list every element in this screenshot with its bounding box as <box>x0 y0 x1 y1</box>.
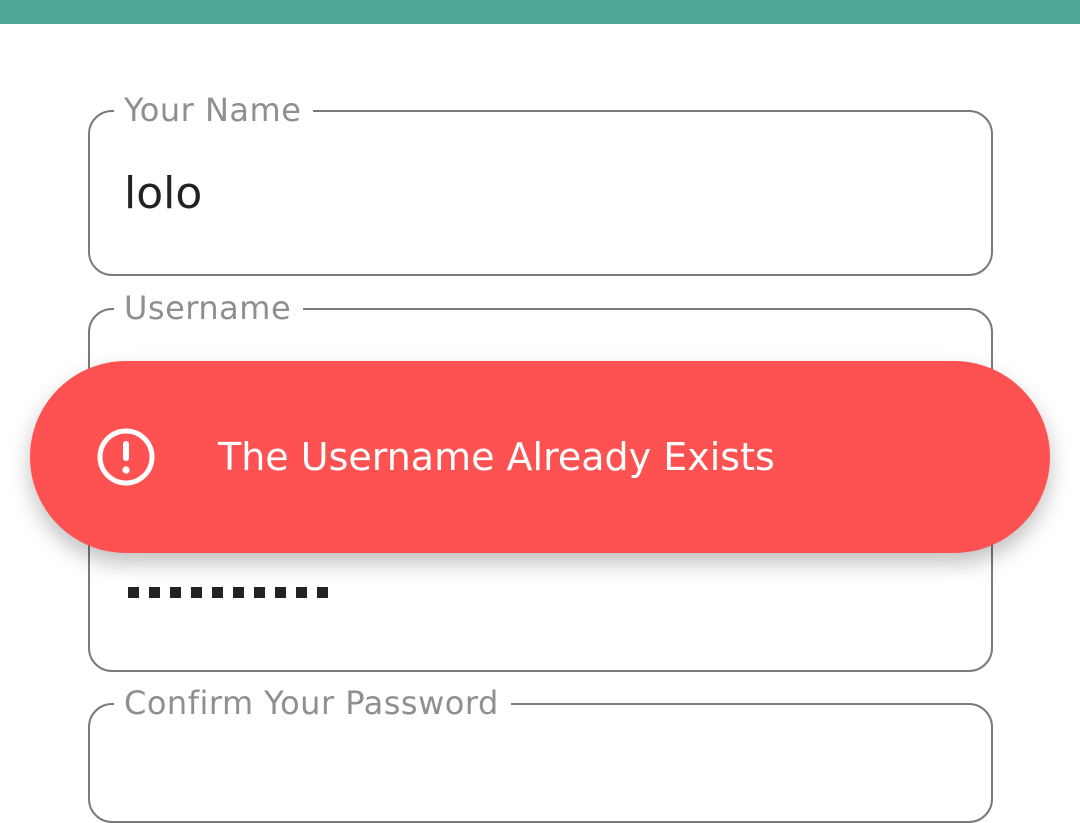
password-mask-dot <box>170 587 181 598</box>
password-mask-dot <box>128 587 139 598</box>
app-bar <box>0 0 1080 24</box>
password-mask-dot <box>149 587 160 598</box>
name-field[interactable]: Your Name lolo <box>88 90 993 276</box>
password-masked-value <box>128 587 328 598</box>
confirm-password-field[interactable]: Confirm Your Password <box>88 683 993 823</box>
password-mask-dot <box>317 587 328 598</box>
password-mask-dot <box>212 587 223 598</box>
password-mask-dot <box>275 587 286 598</box>
confirm-password-field-label: Confirm Your Password <box>114 683 511 723</box>
username-field-label: Username <box>114 288 304 328</box>
password-mask-dot <box>233 587 244 598</box>
toast-message: The Username Already Exists <box>218 435 775 479</box>
password-mask-dot <box>191 587 202 598</box>
exclamation-circle-icon <box>96 427 156 487</box>
name-field-value: lolo <box>124 168 203 219</box>
password-mask-dot <box>296 587 307 598</box>
password-mask-dot <box>254 587 265 598</box>
name-field-label: Your Name <box>114 90 314 130</box>
error-toast[interactable]: The Username Already Exists <box>30 361 1050 553</box>
